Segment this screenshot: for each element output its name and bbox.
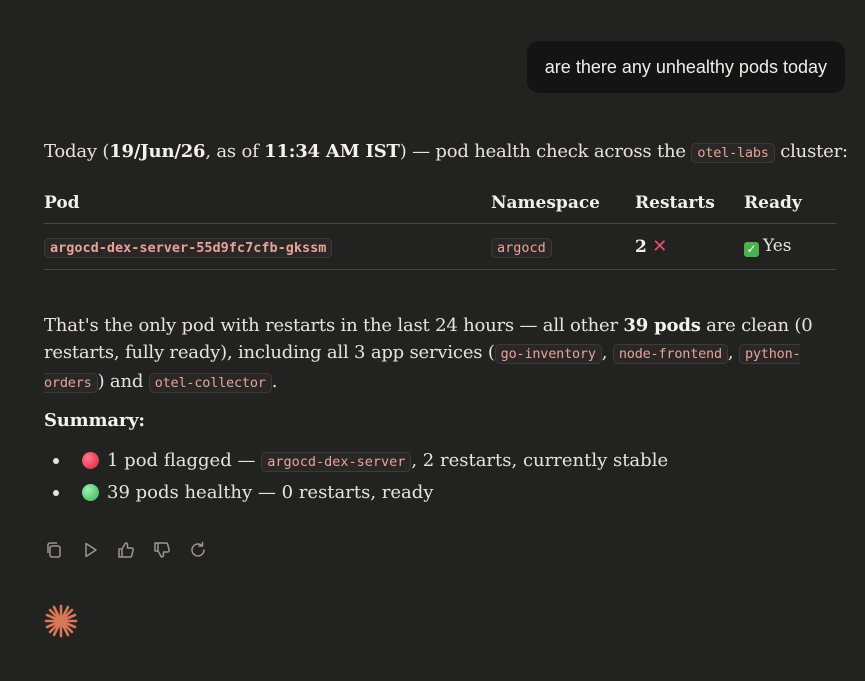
header-ready: Ready	[744, 183, 836, 224]
intro-as-of: , as of	[205, 141, 265, 162]
summary-item1-pre: 1 pod flagged —	[107, 450, 262, 471]
list-item: 39 pods healthy — 0 restarts, ready	[44, 479, 668, 511]
ready-cell: ✓ Yes	[744, 223, 836, 270]
intro-suffix: cluster:	[774, 141, 848, 162]
intro-time: 11:34 AM IST	[264, 141, 400, 162]
namespace-cell: argocd	[491, 223, 635, 270]
summary-title: Summary:	[44, 410, 145, 431]
pods-table: Pod Namespace Restarts Ready argocd-dex-…	[44, 183, 836, 270]
intro-date: 19/Jun/26	[109, 141, 206, 162]
header-namespace: Namespace	[491, 183, 635, 224]
intro-line: Today (19/Jun/26, as of 11:34 AM IST) — …	[44, 138, 848, 167]
pod-name: argocd-dex-server-55d9fc7cfb-gkssm	[44, 237, 333, 258]
user-message-text: are there any unhealthy pods today	[544, 57, 827, 77]
thumbs-up-icon[interactable]	[116, 540, 136, 560]
service-code-node-frontend: node-frontend	[612, 344, 728, 364]
restarts-cell: 2 ✕	[635, 223, 744, 270]
detail-paragraph: That's the only pod with restarts in the…	[44, 312, 836, 397]
restarts-count: 2	[635, 237, 647, 257]
cluster-code: otel-labs	[691, 143, 775, 163]
service-code-go-inventory: go-inventory	[494, 344, 602, 364]
bullet-icon	[53, 458, 59, 464]
summary-item2-text: 39 pods healthy — 0 restarts, ready	[107, 482, 434, 503]
cross-mark-icon: ✕	[652, 236, 668, 257]
check-mark-icon: ✓	[744, 242, 759, 257]
summary-heading: Summary:	[44, 407, 145, 434]
para-text-3: ) and	[97, 371, 149, 392]
pod-cell: argocd-dex-server-55d9fc7cfb-gkssm	[44, 223, 491, 270]
namespace-name: argocd	[491, 237, 552, 258]
summary-item1-code: argocd-dex-server	[261, 452, 412, 472]
green-circle-icon	[82, 484, 99, 501]
summary-item1-post: , 2 restarts, currently stable	[411, 450, 669, 471]
message-actions	[44, 540, 208, 560]
ready-value: Yes	[763, 236, 792, 256]
play-icon[interactable]	[80, 540, 100, 560]
bullet-icon	[53, 490, 59, 496]
list-item: 1 pod flagged — argocd-dex-server, 2 res…	[44, 447, 668, 479]
para-text-4: .	[271, 371, 278, 392]
copy-icon[interactable]	[44, 540, 64, 560]
intro-middle: ) — pod health check across the	[399, 141, 692, 162]
intro-prefix: Today (	[44, 141, 110, 162]
thumbs-down-icon[interactable]	[152, 540, 172, 560]
user-message-bubble: are there any unhealthy pods today	[526, 41, 845, 93]
summary-list: 1 pod flagged — argocd-dex-server, 2 res…	[44, 447, 668, 511]
table-row: argocd-dex-server-55d9fc7cfb-gkssm argoc…	[44, 223, 836, 270]
claude-logo-icon	[43, 603, 79, 639]
red-circle-icon	[82, 452, 99, 469]
para-bold-count: 39 pods	[623, 315, 701, 336]
para-text-1: That's the only pod with restarts in the…	[44, 315, 624, 336]
para-sep: ,	[727, 342, 739, 363]
retry-icon[interactable]	[188, 540, 208, 560]
table-header-row: Pod Namespace Restarts Ready	[44, 183, 836, 224]
service-code-otel-collector: otel-collector	[148, 373, 272, 393]
header-pod: Pod	[44, 183, 491, 224]
para-sep: ,	[601, 342, 613, 363]
header-restarts: Restarts	[635, 183, 744, 224]
